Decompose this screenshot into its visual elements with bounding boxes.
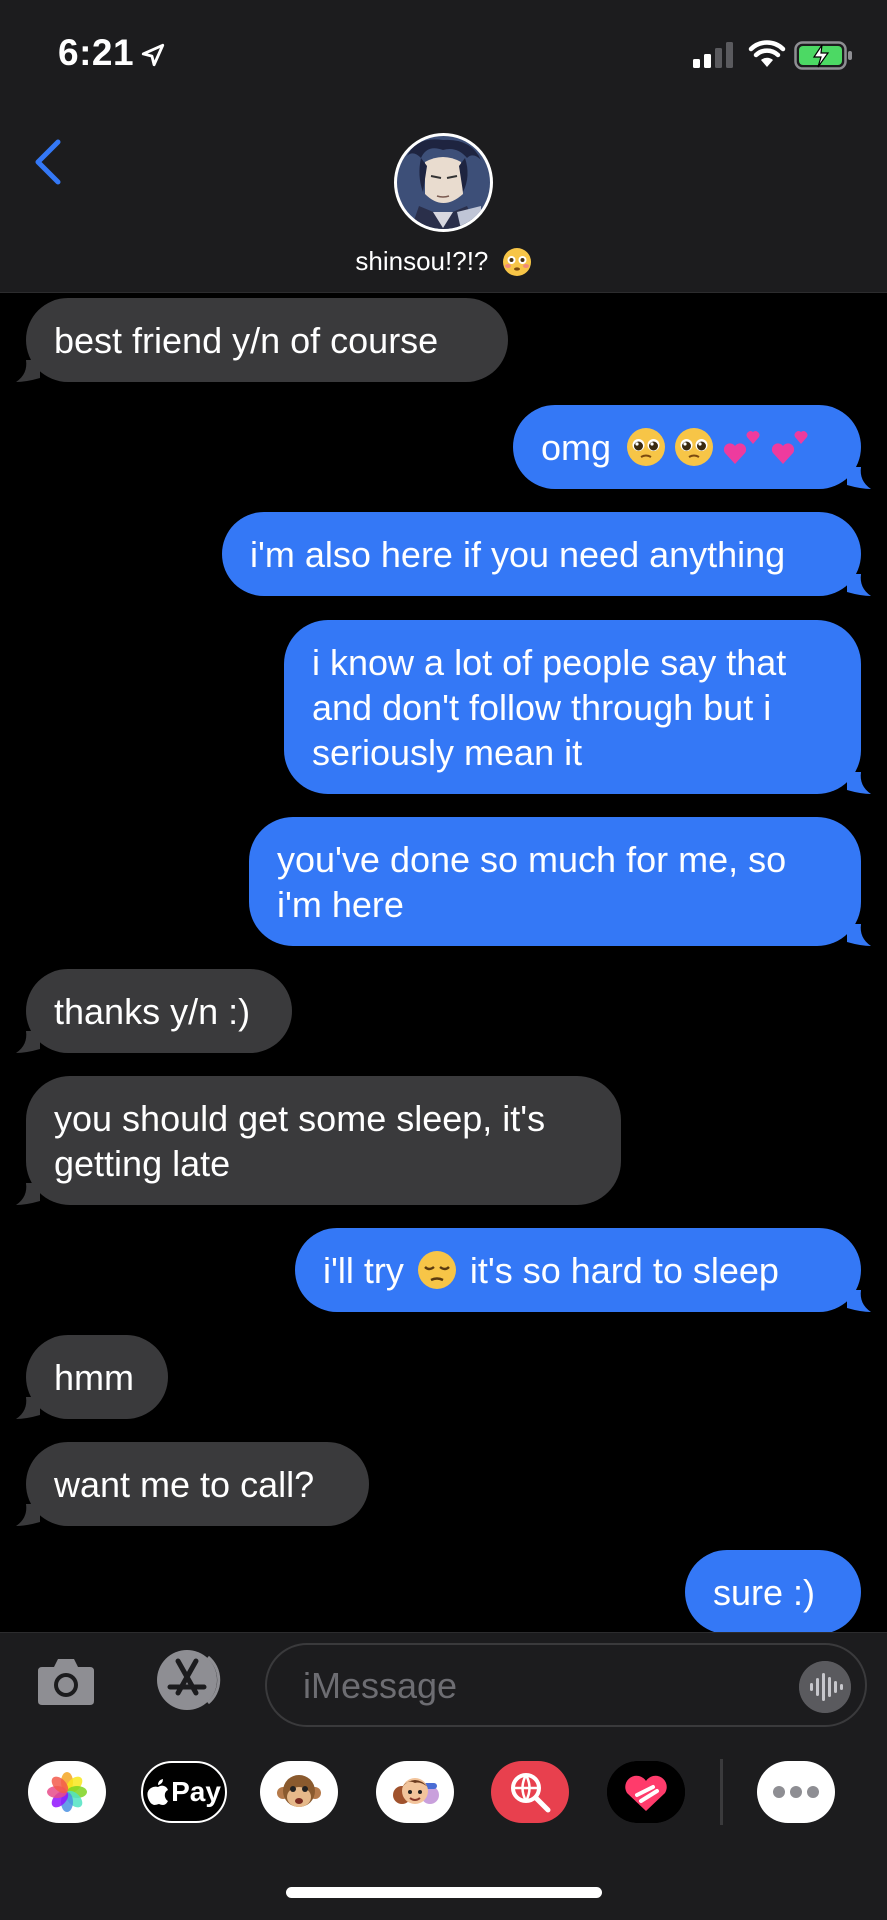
wifi-icon [748,40,786,67]
pensive-face-icon [417,1251,456,1289]
bubble-tail [16,1504,40,1526]
message-text: sure :) [713,1571,816,1613]
message-bubble-outgoing[interactable]: i'm also here if you need anything [222,512,861,596]
apple-pay-app-button[interactable]: Pay [141,1761,227,1823]
message-bubble-outgoing[interactable]: i'll try it's so hard to sleep [295,1228,861,1312]
imessage-input-field[interactable] [265,1643,867,1727]
message-text: thanks y/n :) [54,990,251,1032]
location-arrow-icon [141,43,165,67]
battery-charging-icon [794,41,852,70]
message-text: best friend y/n of course [54,319,439,361]
bubble-tail [847,574,871,596]
back-button[interactable] [28,134,68,190]
bubble-tail [847,924,871,946]
two-hearts-icon [723,431,760,464]
digital-touch-icon [607,1761,685,1823]
bubble-tail [847,772,871,794]
message-text-after-emoji: it's so hard to sleep [469,1249,779,1291]
home-indicator[interactable] [286,1887,602,1898]
message-bubble-incoming[interactable]: want me to call? [26,1442,369,1526]
bubble-tail [16,1397,40,1419]
audio-message-icon[interactable] [799,1661,851,1713]
contact-name[interactable]: shinsou!?!? [0,246,887,277]
bubble-tail [16,1183,40,1205]
animoji-icon [277,1775,321,1807]
contact-name-text: shinsou!?!? [355,246,489,276]
digital-touch-app-button[interactable] [607,1761,685,1823]
message-bubble-incoming[interactable]: hmm [26,1335,168,1419]
message-text: i'm also here if you need anything [250,533,786,575]
cellular-signal-icon [693,42,733,68]
app-store-button[interactable] [148,1647,226,1713]
memoji-icon [393,1778,439,1804]
message-bubble-outgoing[interactable]: sure :) [685,1550,861,1632]
animoji-app-button[interactable] [260,1761,338,1823]
message-text: omg [541,426,612,468]
two-hearts-icon [771,431,808,464]
message-input[interactable] [303,1663,743,1709]
bubble-tail [847,1290,871,1312]
more-icon [773,1786,819,1798]
bubble-tail [16,1031,40,1053]
message-bubble-outgoing[interactable]: omg [513,405,861,489]
camera-button[interactable] [36,1655,96,1707]
contact-avatar[interactable] [394,133,493,232]
message-thread[interactable]: best friend y/n of course omg i'm also h… [0,294,887,1632]
message-bubble-incoming[interactable]: you should get some sleep, it's getting … [26,1076,621,1205]
compose-bar: Pay [0,1632,887,1920]
bubble-tail [847,467,871,489]
message-text: i know a lot of people say that and don'… [312,641,787,773]
app-drawer-divider [720,1759,723,1825]
message-bubble-incoming[interactable]: thanks y/n :) [26,969,292,1053]
message-text: you should get some sleep, it's getting … [54,1097,546,1184]
photos-icon [47,1772,87,1812]
message-text-before-emoji: i'll try [323,1249,404,1291]
message-bubble-outgoing[interactable]: i know a lot of people say that and don'… [284,620,861,794]
pleading-face-icon [675,428,714,466]
message-text: hmm [54,1356,134,1398]
conversation-header: 6:21 shinsou!?!? [0,0,887,293]
message-text: you've done so much for me, so i'm here [277,838,787,925]
pleading-face-icon [627,428,666,466]
message-bubble-incoming[interactable]: best friend y/n of course [26,298,508,382]
photos-app-button[interactable] [28,1761,106,1823]
apple-pay-label: Pay [171,1776,221,1807]
memoji-app-button[interactable] [376,1761,454,1823]
message-text: want me to call? [54,1463,315,1505]
image-search-icon [511,1773,551,1813]
bubble-tail [16,360,40,382]
image-search-app-button[interactable] [491,1761,569,1823]
avatar-illustration [397,136,490,229]
imessage-app-drawer: Pay [0,1759,887,1827]
flushed-face-icon [502,248,531,276]
status-time: 6:21 [58,32,135,73]
more-apps-button[interactable] [757,1761,835,1823]
message-bubble-outgoing[interactable]: you've done so much for me, so i'm here [249,817,861,946]
apple-logo-icon [147,1779,169,1805]
